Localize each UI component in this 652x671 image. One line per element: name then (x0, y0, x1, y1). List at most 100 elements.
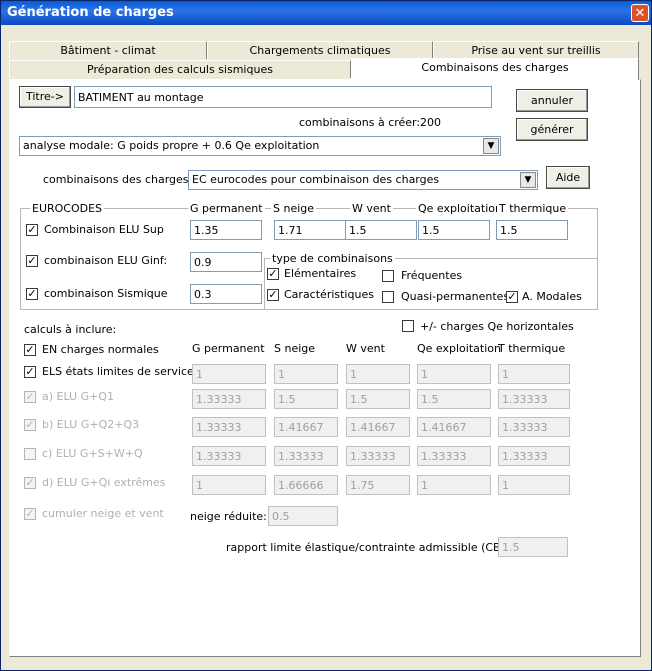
header-g-permanent: G permanent (188, 202, 265, 215)
elu-a-s-input[interactable]: 1.5 (274, 389, 338, 409)
elu-sup-qe-input[interactable]: 1.5 (418, 220, 490, 240)
neige-reduite-label: neige réduite: (190, 510, 267, 523)
header-t-thermique: T thermique (497, 202, 569, 215)
elu-ginf-input[interactable]: 0.9 (190, 252, 262, 272)
els-s-input[interactable]: 1 (274, 364, 338, 384)
titre-input[interactable]: BATIMENT au montage (74, 86, 492, 108)
tab-prise-au-vent[interactable]: Prise au vent sur treillis (433, 41, 639, 59)
elu-b-checkbox[interactable]: ✓ (24, 419, 36, 431)
analyse-modale-value: analyse modale: G poids propre + 0.6 Qe … (23, 139, 320, 152)
titre-button[interactable]: Titre-> (19, 86, 71, 108)
elu-c-w-input[interactable]: 1.33333 (346, 446, 410, 466)
elu-sup-checkbox[interactable]: ✓ (26, 224, 38, 236)
calc-header-s-neige: S neige (274, 342, 316, 355)
elu-a-g-input[interactable]: 1.33333 (192, 389, 266, 409)
elementaires-checkbox[interactable]: ✓ (267, 268, 279, 280)
header-qe-exploitation: Qe exploitation (416, 202, 504, 215)
calc-header-g-permanent: G permanent (192, 342, 265, 355)
combinaisons-a-creer-label: combinaisons à créer: (299, 116, 421, 129)
aide-button[interactable]: Aide (546, 166, 590, 189)
horizontales-label: +/- charges Qe horizontales (420, 320, 574, 333)
elu-b-t-input[interactable]: 1.33333 (498, 417, 570, 437)
header-s-neige: S neige (271, 202, 317, 215)
close-button[interactable]: ✕ (631, 4, 649, 22)
combinaisons-des-charges-label: combinaisons des charges: (43, 173, 193, 186)
sismique-checkbox[interactable]: ✓ (26, 288, 38, 300)
elu-b-label: b) ELU G+Q2+Q3 (42, 418, 140, 431)
elu-d-g-input[interactable]: 1 (192, 475, 266, 495)
calc-header-qe-exploitation: Qe exploitation (417, 342, 501, 355)
els-qe-input[interactable]: 1 (417, 364, 491, 384)
rapport-input[interactable]: 1.5 (498, 537, 568, 557)
calc-header-t-thermique: T thermique (498, 342, 566, 355)
caracteristiques-label: Caractéristiques (284, 288, 374, 301)
elu-d-w-input[interactable]: 1.75 (346, 475, 410, 495)
generer-button[interactable]: générer (516, 118, 588, 141)
window-title: Génération de charges (7, 5, 174, 20)
calculs-a-inclure-label: calculs à inclure: (24, 323, 117, 336)
tab-preparation-sismique[interactable]: Préparation des calculs sismiques (9, 60, 351, 78)
tab-batiment-climat[interactable]: Bâtiment - climat (9, 41, 207, 59)
els-label: ELS états limites de service (42, 365, 194, 378)
elu-b-qe-input[interactable]: 1.41667 (417, 417, 491, 437)
combinaisons-des-charges-select[interactable]: EC eurocodes pour combinaison des charge… (188, 170, 538, 190)
elu-sup-t-input[interactable]: 1.5 (496, 220, 568, 240)
modales-checkbox[interactable]: ✓ (506, 291, 518, 303)
elu-sup-w-input[interactable]: 1.5 (345, 220, 417, 240)
caracteristiques-checkbox[interactable]: ✓ (267, 289, 279, 301)
en-charges-label: EN charges normales (42, 343, 159, 356)
tab-chargements-climatiques[interactable]: Chargements climatiques (207, 41, 433, 59)
cumuler-label: cumuler neige et vent (42, 507, 164, 520)
title-bar: Génération de charges ✕ (1, 1, 651, 25)
elu-a-qe-input[interactable]: 1.5 (417, 389, 491, 409)
elu-b-g-input[interactable]: 1.33333 (192, 417, 266, 437)
cumuler-checkbox[interactable]: ✓ (24, 508, 36, 520)
elu-d-s-input[interactable]: 1.66666 (274, 475, 338, 495)
elu-a-checkbox[interactable]: ✓ (24, 391, 36, 403)
elu-c-g-input[interactable]: 1.33333 (192, 446, 266, 466)
elu-d-qe-input[interactable]: 1 (417, 475, 491, 495)
combinaisons-des-charges-value: EC eurocodes pour combinaison des charge… (192, 173, 440, 186)
en-charges-checkbox[interactable]: ✓ (24, 344, 36, 356)
tab-combinaisons-des-charges[interactable]: Combinaisons des charges (351, 58, 639, 80)
annuler-button[interactable]: annuler (516, 89, 588, 112)
els-checkbox[interactable]: ✓ (24, 366, 36, 378)
elu-c-t-input[interactable]: 1.33333 (498, 446, 570, 466)
neige-reduite-input[interactable]: 0.5 (268, 506, 338, 526)
elu-sup-label: Combinaison ELU Sup (44, 223, 164, 236)
combinaisons-panel: Titre-> BATIMENT au montage annuler comb… (9, 79, 641, 657)
elu-ginf-checkbox[interactable]: ✓ (26, 255, 38, 267)
dialog-window: Génération de charges ✕ Bâtiment - clima… (0, 0, 652, 671)
header-w-vent: W vent (350, 202, 393, 215)
elu-d-checkbox[interactable]: ✓ (24, 477, 36, 489)
elu-c-s-input[interactable]: 1.33333 (274, 446, 338, 466)
elu-c-qe-input[interactable]: 1.33333 (417, 446, 491, 466)
elu-d-t-input[interactable]: 1 (498, 475, 570, 495)
els-w-input[interactable]: 1 (346, 364, 410, 384)
elu-b-w-input[interactable]: 1.41667 (346, 417, 410, 437)
frequentes-label: Fréquentes (401, 269, 463, 282)
elementaires-label: Elémentaires (284, 267, 357, 280)
quasi-permanentes-label: Quasi-permanentes (401, 290, 510, 303)
elu-b-s-input[interactable]: 1.41667 (274, 417, 338, 437)
type-combinaisons-label: type de combinaisons (270, 252, 395, 265)
elu-a-w-input[interactable]: 1.5 (346, 389, 410, 409)
elu-c-checkbox[interactable] (24, 448, 36, 460)
calc-header-w-vent: W vent (346, 342, 385, 355)
els-t-input[interactable]: 1 (498, 364, 570, 384)
horizontales-checkbox[interactable] (402, 320, 414, 332)
elu-a-t-input[interactable]: 1.33333 (498, 389, 570, 409)
chevron-down-icon[interactable]: ▼ (520, 172, 536, 188)
rapport-label: rapport limite élastique/contrainte admi… (226, 541, 523, 554)
analyse-modale-select[interactable]: analyse modale: G poids propre + 0.6 Qe … (19, 136, 501, 156)
elu-sup-g-input[interactable]: 1.35 (190, 220, 262, 240)
frequentes-checkbox[interactable] (382, 270, 394, 282)
els-g-input[interactable]: 1 (192, 364, 266, 384)
elu-d-label: d) ELU G+Qi extrêmes (42, 476, 166, 489)
modales-label: A. Modales (522, 290, 582, 303)
elu-sup-s-input[interactable]: 1.71 (274, 220, 346, 240)
chevron-down-icon[interactable]: ▼ (483, 138, 499, 154)
sismique-label: combinaison Sismique (44, 287, 168, 300)
sismique-input[interactable]: 0.3 (190, 284, 262, 304)
quasi-permanentes-checkbox[interactable] (382, 291, 394, 303)
